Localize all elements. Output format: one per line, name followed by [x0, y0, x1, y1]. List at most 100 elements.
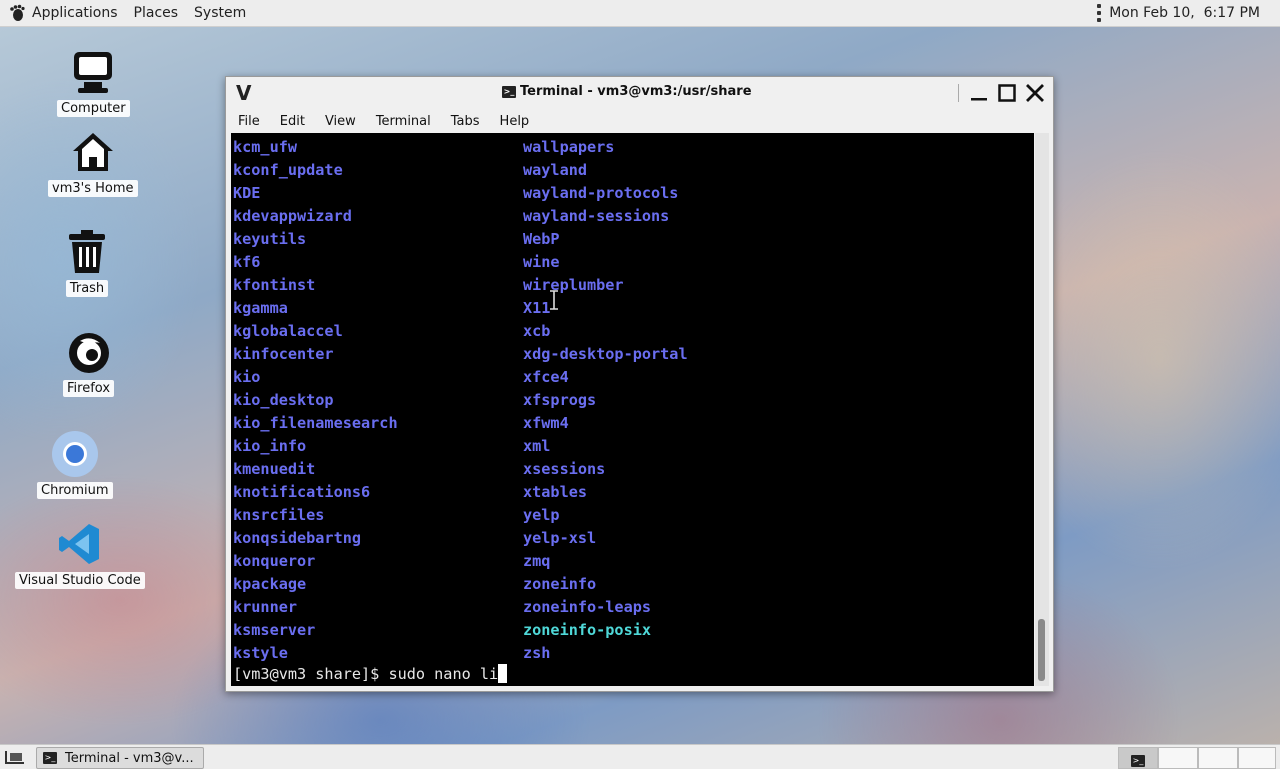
listing-entry: konqueror [233, 552, 316, 570]
listing-entry: yelp [523, 506, 560, 524]
workspace-3[interactable] [1198, 747, 1238, 769]
listing-entry: WebP [523, 230, 560, 248]
listing-entry: kpackage [233, 575, 307, 593]
listing-entry: zoneinfo [523, 575, 597, 593]
terminal-scrollbar[interactable] [1035, 133, 1049, 686]
desktop-icon-label: Chromium [37, 482, 113, 499]
command-prompt[interactable]: [vm3@vm3 share]$ sudo nano li [233, 663, 508, 686]
maximize-button[interactable] [993, 81, 1021, 105]
terminal-output[interactable]: kcm_ufw kconf_update KDE kdevappwizard keyut… [231, 133, 1034, 686]
listing-left-column: kcm_ufw kconf_update KDE kdevappwizard keyut… [233, 136, 398, 665]
listing-entry: zoneinfo-leaps [523, 598, 652, 616]
firefox-icon [65, 328, 113, 376]
listing-entry: wireplumber [523, 276, 624, 294]
gnome-foot-icon [8, 4, 26, 22]
workspace-1[interactable]: >_ [1118, 747, 1158, 769]
desktop-icon-home[interactable]: vm3's Home [48, 128, 138, 197]
listing-entry: kio [233, 368, 261, 386]
listing-entry: kinfocenter [233, 345, 334, 363]
window-titlebar[interactable]: V >_ Terminal - vm3@vm3:/usr/share [226, 77, 1053, 109]
listing-entry: kstyle [233, 644, 288, 662]
terminal-window[interactable]: V >_ Terminal - vm3@vm3:/usr/share File … [225, 76, 1054, 692]
listing-entry: kio_filenamesearch [233, 414, 398, 432]
window-title: >_ Terminal - vm3@vm3:/usr/share [502, 84, 752, 99]
desktop-icon-vscode[interactable]: Visual Studio Code [15, 520, 145, 589]
listing-right-column: wallpapers wayland wayland-protocols waylan… [523, 136, 688, 665]
minimize-icon [971, 98, 987, 101]
menu-view[interactable]: View [313, 114, 364, 129]
listing-entry: xfsprogs [523, 391, 597, 409]
scrollbar-thumb[interactable] [1038, 619, 1045, 681]
desktop-icon-computer[interactable]: Computer [57, 48, 130, 117]
places-menu-label: Places [133, 5, 179, 21]
window-title-text: Terminal - vm3@vm3:/usr/share [520, 84, 752, 99]
home-icon [69, 128, 117, 176]
places-menu[interactable]: Places [126, 0, 187, 26]
terminal-icon: >_ [43, 752, 57, 764]
desktop-icon-trash[interactable]: Trash [63, 228, 111, 297]
menu-file[interactable]: File [226, 114, 268, 129]
text-cursor [498, 664, 508, 683]
menu-help[interactable]: Help [488, 114, 538, 129]
window-menu-icon[interactable]: V [236, 81, 251, 105]
desktop-icon-label: Computer [57, 100, 130, 117]
chromium-icon [51, 430, 99, 478]
minimize-button[interactable] [965, 81, 993, 105]
ibeam-cursor-icon [550, 290, 558, 310]
desktop-icon-label: vm3's Home [48, 180, 138, 197]
listing-entry: xml [523, 437, 551, 455]
workspace-2[interactable] [1158, 747, 1198, 769]
bottom-panel: >_ Terminal - vm3@v... >_ [0, 744, 1280, 769]
window-menubar: File Edit View Terminal Tabs Help [226, 109, 1053, 133]
close-icon [1026, 84, 1044, 102]
desktop-icon-chromium[interactable]: Chromium [37, 430, 113, 499]
listing-entry: zmq [523, 552, 551, 570]
desktop-icon-firefox[interactable]: Firefox [63, 328, 115, 397]
menu-tabs[interactable]: Tabs [439, 114, 488, 129]
listing-entry: xsessions [523, 460, 606, 478]
applications-menu-label: Applications [32, 5, 118, 21]
listing-entry: kdevappwizard [233, 207, 352, 225]
menu-edit[interactable]: Edit [268, 114, 313, 129]
prompt-text: [vm3@vm3 share]$ sudo nano li [233, 665, 499, 683]
listing-entry: xfwm4 [523, 414, 569, 432]
listing-entry: krunner [233, 598, 298, 616]
desktop-icon-label: Trash [65, 280, 109, 297]
listing-entry: wayland-sessions [523, 207, 670, 225]
listing-entry: kmenuedit [233, 460, 316, 478]
listing-entry: wallpapers [523, 138, 615, 156]
system-menu[interactable]: System [186, 0, 254, 26]
listing-entry: zoneinfo-posix [523, 621, 652, 639]
listing-entry: ksmserver [233, 621, 316, 639]
top-panel: Applications Places System Mon Feb 10, 6… [0, 0, 1280, 27]
maximize-icon [998, 84, 1016, 102]
panel-options-icon[interactable] [1097, 4, 1102, 22]
listing-entry: X11 [523, 299, 551, 317]
listing-entry: xtables [523, 483, 588, 501]
close-button[interactable] [1021, 81, 1049, 105]
listing-entry: kcm_ufw [233, 138, 298, 156]
menu-terminal[interactable]: Terminal [364, 114, 439, 129]
listing-entry: knsrcfiles [233, 506, 325, 524]
listing-entry: yelp-xsl [523, 529, 597, 547]
listing-entry: zsh [523, 644, 551, 662]
listing-entry: kf6 [233, 253, 261, 271]
listing-entry: kio_info [233, 437, 307, 455]
taskbar-item-label: Terminal - vm3@v... [65, 750, 194, 766]
system-menu-label: System [194, 5, 247, 21]
listing-entry: xfce4 [523, 368, 569, 386]
terminal-icon: >_ [1131, 755, 1145, 767]
listing-entry: kio_desktop [233, 391, 334, 409]
show-desktop-icon[interactable] [4, 749, 26, 769]
listing-entry: knotifications6 [233, 483, 371, 501]
terminal-icon: >_ [502, 85, 516, 98]
listing-entry: wine [523, 253, 560, 271]
desktop-icon-label: Visual Studio Code [15, 572, 145, 589]
listing-entry: konqsidebartng [233, 529, 362, 547]
workspace-4[interactable] [1238, 747, 1276, 769]
applications-menu[interactable]: Applications [0, 0, 126, 26]
vscode-icon [56, 520, 104, 568]
trash-icon [63, 228, 111, 276]
taskbar-item-terminal[interactable]: >_ Terminal - vm3@v... [36, 747, 204, 769]
clock[interactable]: Mon Feb 10, 6:17 PM [1109, 5, 1260, 21]
